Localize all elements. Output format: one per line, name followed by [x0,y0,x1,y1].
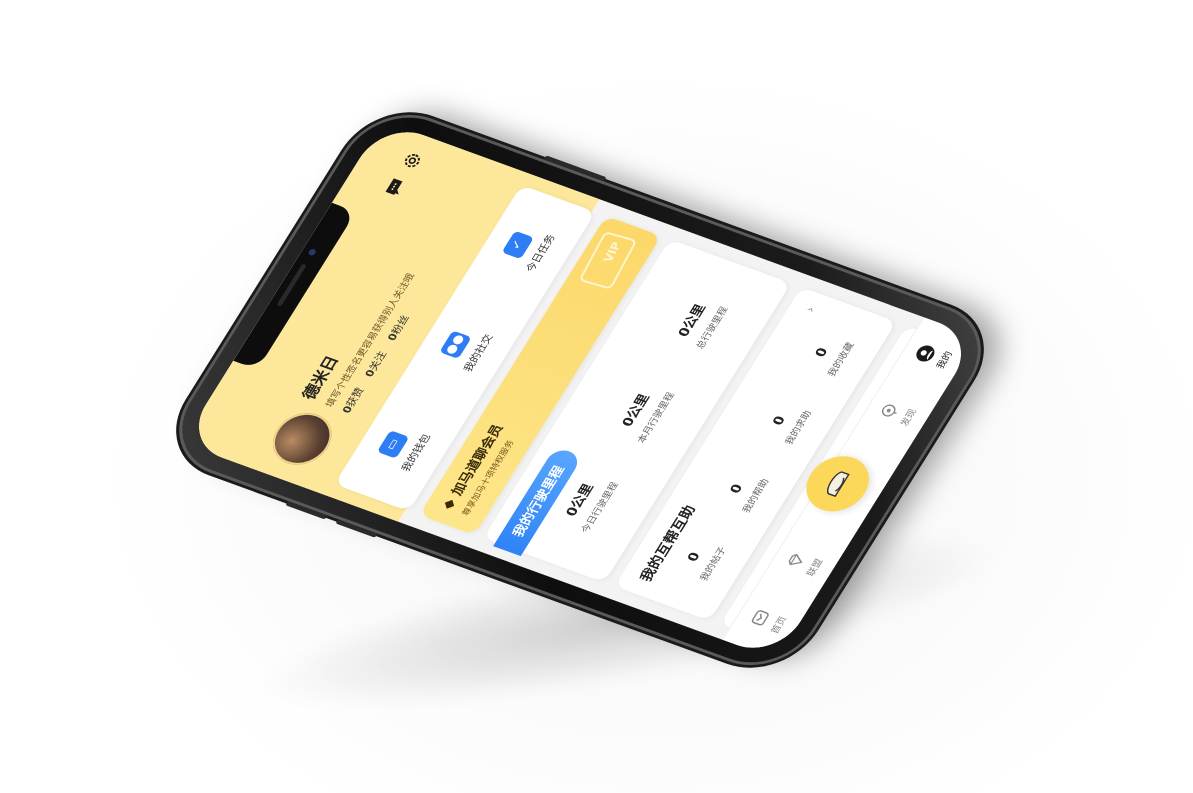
camera [307,248,318,257]
shortcut-task[interactable]: ✓ 今日任务 [496,223,558,274]
trip-month[interactable]: 0公里 本月行驶里程 [599,362,690,464]
power-button [543,155,607,182]
help-requests-label: 我的求助 [783,409,814,447]
volume-up-button [285,500,328,520]
tab-center[interactable] [794,448,881,520]
tab-discover[interactable]: 发现 [876,399,919,428]
help-posts-value: 0 [684,550,704,564]
shortcut-wallet[interactable]: ▭ 我的钱包 [372,423,434,474]
volume-down-button [335,519,378,538]
tab-alliance[interactable]: 联盟 [782,549,825,578]
chevron-right-icon[interactable]: › [802,305,819,315]
help-favorites-label: 我的收藏 [826,341,857,379]
help-given-label: 我的帮助 [741,477,772,515]
stage: 德米日 填写个性签名更容易获得别人关注哦 0获赞 0关注 0粉丝 ▭ 我的钱包 [0,0,1193,793]
help-requests[interactable]: 0 我的求助 [751,384,825,463]
diamond-icon: ◆ [439,497,459,512]
tab-home[interactable]: 首页 [746,607,789,635]
trip-total[interactable]: 0公里 总行驶里程 [655,272,746,374]
shortcut-social[interactable]: ●● 我的社交 [434,323,496,374]
help-given[interactable]: 0 我的帮助 [709,452,783,531]
tab-mine[interactable]: 我的 [912,342,955,370]
help-given-value: 0 [727,482,747,496]
help-requests-value: 0 [769,414,789,428]
help-posts-label: 我的帖子 [698,545,729,583]
help-favorites[interactable]: 0 我的收藏 [794,316,868,395]
help-favorites-value: 0 [812,346,832,360]
